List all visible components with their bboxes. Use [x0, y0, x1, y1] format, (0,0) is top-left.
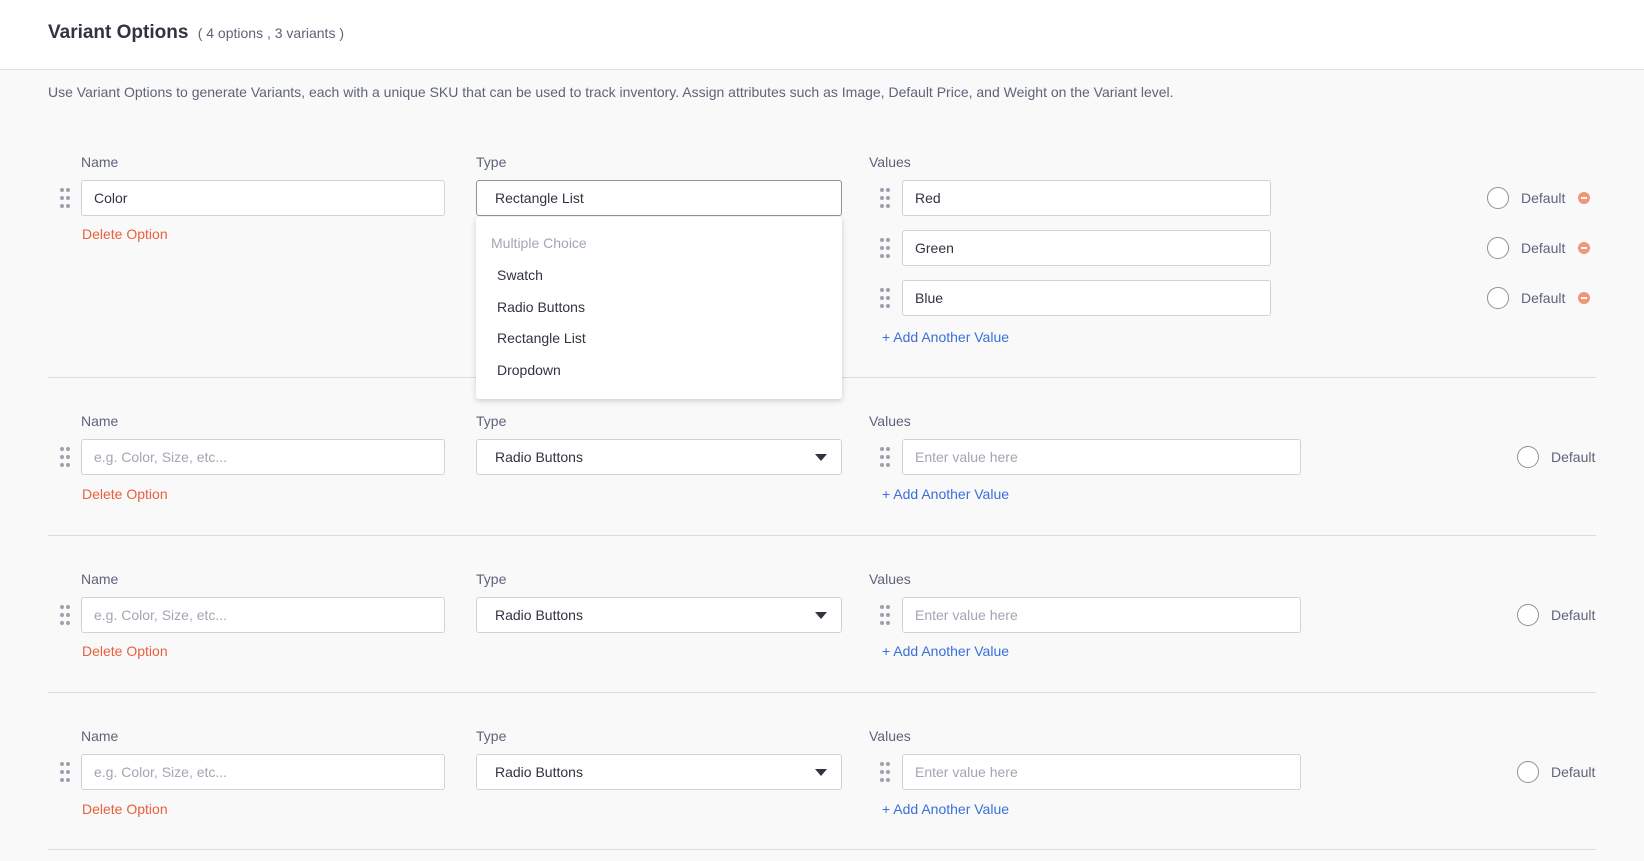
option-type-value: Radio Buttons: [495, 764, 583, 780]
values-label: Values: [869, 154, 911, 170]
option-type-value: Rectangle List: [495, 190, 584, 206]
default-radio[interactable]: [1487, 187, 1509, 209]
option-name-input[interactable]: [81, 439, 445, 475]
value-drag-handle-icon[interactable]: [879, 287, 891, 309]
default-label: Default: [1551, 449, 1596, 465]
values-label: Values: [869, 571, 911, 587]
name-label: Name: [81, 571, 119, 587]
option-drag-handle-icon[interactable]: [59, 187, 71, 209]
values-label: Values: [869, 728, 911, 744]
option-drag-handle-icon[interactable]: [59, 604, 71, 626]
default-label: Default: [1521, 190, 1566, 206]
dropdown-item-dropdown[interactable]: Dropdown: [497, 362, 561, 378]
delete-option-link[interactable]: Delete Option: [82, 801, 168, 817]
chevron-down-icon: [815, 769, 827, 776]
options-count: ( 4 options , 3 variants ): [197, 25, 344, 41]
remove-value-icon[interactable]: [1578, 192, 1590, 204]
name-label: Name: [81, 413, 119, 429]
values-label: Values: [869, 413, 911, 429]
value-drag-handle-icon[interactable]: [879, 187, 891, 209]
delete-option-link[interactable]: Delete Option: [82, 486, 168, 502]
page-title: Variant Options ( 4 options , 3 variants…: [48, 22, 344, 44]
remove-value-icon[interactable]: [1578, 292, 1590, 304]
value-drag-handle-icon[interactable]: [879, 237, 891, 259]
option-drag-handle-icon[interactable]: [59, 761, 71, 783]
value-drag-handle-icon[interactable]: [879, 446, 891, 468]
dropdown-item-swatch[interactable]: Swatch: [497, 267, 543, 283]
value-input[interactable]: [902, 597, 1301, 633]
option-name-input[interactable]: [81, 597, 445, 633]
option-name-input[interactable]: [81, 180, 445, 216]
default-radio[interactable]: [1487, 287, 1509, 309]
section-description: Use Variant Options to generate Variants…: [48, 84, 1174, 100]
option-type-select[interactable]: Radio Buttons: [476, 439, 842, 475]
dropdown-group-label: Multiple Choice: [491, 235, 587, 251]
value-input[interactable]: [902, 230, 1271, 266]
option-divider: [48, 692, 1596, 693]
default-radio[interactable]: [1487, 237, 1509, 259]
option-type-select[interactable]: Radio Buttons: [476, 597, 842, 633]
option-name-input[interactable]: [81, 754, 445, 790]
default-radio[interactable]: [1517, 446, 1539, 468]
value-input[interactable]: [902, 280, 1271, 316]
chevron-down-icon: [815, 612, 827, 619]
chevron-down-icon: [815, 454, 827, 461]
option-divider: [48, 849, 1596, 850]
value-input[interactable]: [902, 439, 1301, 475]
option-type-select[interactable]: Rectangle List: [476, 180, 842, 216]
value-input[interactable]: [902, 180, 1271, 216]
delete-option-link[interactable]: Delete Option: [82, 226, 168, 242]
delete-option-link[interactable]: Delete Option: [82, 643, 168, 659]
value-drag-handle-icon[interactable]: [879, 604, 891, 626]
type-label: Type: [476, 571, 507, 587]
name-label: Name: [81, 154, 119, 170]
default-label: Default: [1521, 290, 1566, 306]
add-value-link[interactable]: + Add Another Value: [882, 801, 1009, 817]
type-label: Type: [476, 728, 507, 744]
option-type-value: Radio Buttons: [495, 607, 583, 623]
remove-value-icon[interactable]: [1578, 242, 1590, 254]
type-dropdown-menu: Multiple Choice Swatch Radio Buttons Rec…: [476, 217, 842, 399]
option-drag-handle-icon[interactable]: [59, 446, 71, 468]
default-radio[interactable]: [1517, 604, 1539, 626]
type-label: Type: [476, 154, 507, 170]
default-label: Default: [1551, 764, 1596, 780]
default-radio[interactable]: [1517, 761, 1539, 783]
add-value-link[interactable]: + Add Another Value: [882, 643, 1009, 659]
option-type-value: Radio Buttons: [495, 449, 583, 465]
dropdown-item-radio-buttons[interactable]: Radio Buttons: [497, 299, 585, 315]
type-label: Type: [476, 413, 507, 429]
dropdown-item-rectangle-list[interactable]: Rectangle List: [497, 330, 586, 346]
section-header: Variant Options ( 4 options , 3 variants…: [0, 0, 1644, 70]
add-value-link[interactable]: + Add Another Value: [882, 486, 1009, 502]
value-input[interactable]: [902, 754, 1301, 790]
option-divider: [48, 535, 1596, 536]
title-text: Variant Options: [48, 22, 189, 43]
value-drag-handle-icon[interactable]: [879, 761, 891, 783]
default-label: Default: [1551, 607, 1596, 623]
default-label: Default: [1521, 240, 1566, 256]
option-type-select[interactable]: Radio Buttons: [476, 754, 842, 790]
add-value-link[interactable]: + Add Another Value: [882, 329, 1009, 345]
name-label: Name: [81, 728, 119, 744]
